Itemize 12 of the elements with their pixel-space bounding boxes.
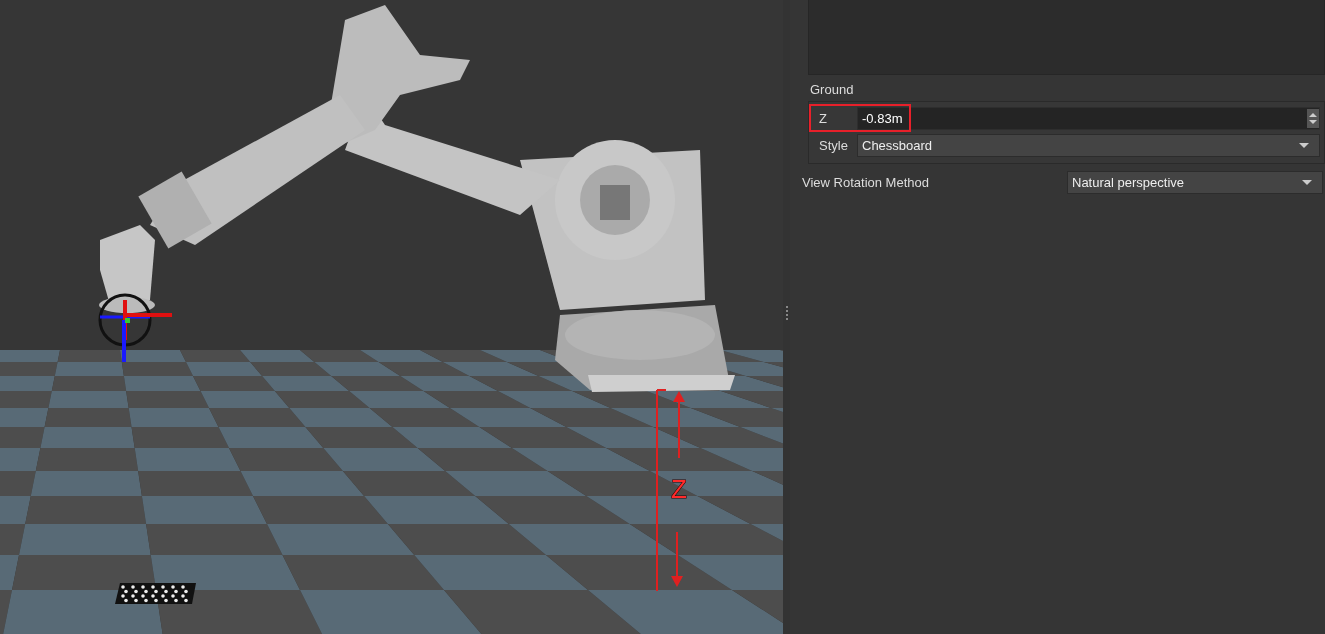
view-rotation-dropdown[interactable]: Natural perspective	[1067, 171, 1323, 194]
group-title: Ground	[809, 81, 855, 99]
field-label: Style	[818, 137, 849, 153]
caret-icon	[1299, 142, 1309, 148]
style-dropdown[interactable]: Chessboard	[857, 133, 1320, 157]
caret-icon	[1302, 180, 1312, 185]
spinbox-field[interactable]: -0.83m	[857, 106, 1320, 130]
splitter-handle[interactable]	[786, 306, 788, 320]
annotation-label: Z	[671, 474, 687, 504]
field-label: Z	[818, 110, 828, 126]
spinner-arrows-icon[interactable]	[1307, 108, 1319, 128]
view-rotation-label: View Rotation Method	[802, 175, 930, 190]
